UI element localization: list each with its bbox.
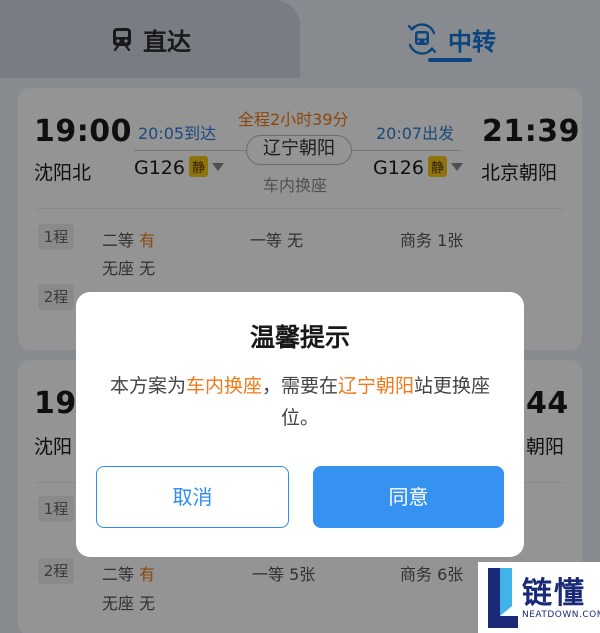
- tip-dialog: 温馨提示 本方案为车内换座，需要在辽宁朝阳站更换座位。 取消 同意: [76, 292, 524, 557]
- dialog-title: 温馨提示: [249, 323, 350, 352]
- agree-button[interactable]: 同意: [313, 466, 504, 528]
- dialog-message: 本方案为车内换座，需要在辽宁朝阳站更换座位。: [109, 375, 491, 429]
- highlight-station: 辽宁朝阳: [338, 375, 415, 397]
- logo-mark-icon: [488, 568, 518, 628]
- highlight-transfer-type: 车内换座: [185, 375, 262, 397]
- watermark-site: NEATDOWN.COM: [522, 610, 600, 620]
- watermark-brand: 链懂: [522, 576, 586, 611]
- cancel-button[interactable]: 取消: [96, 466, 289, 528]
- watermark-logo: 链懂 NEATDOWN.COM: [478, 562, 600, 633]
